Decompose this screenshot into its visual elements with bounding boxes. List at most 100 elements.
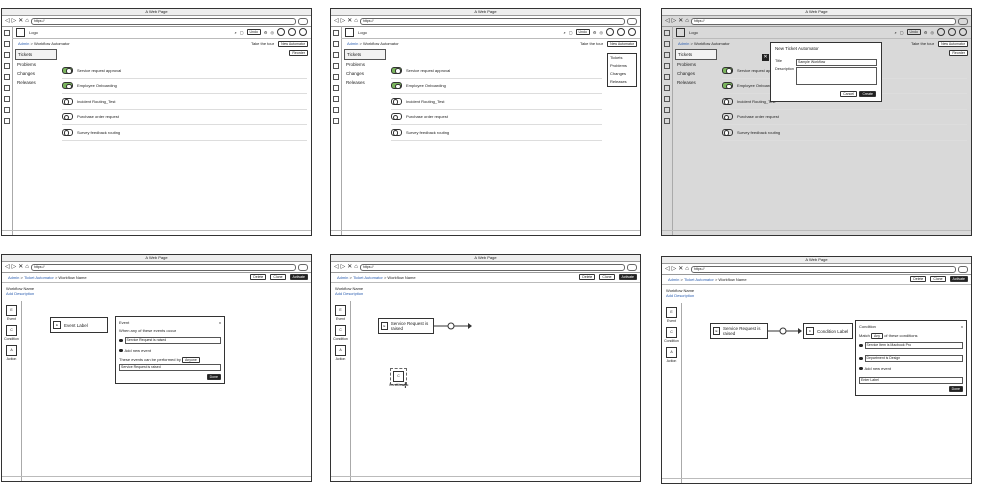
home-icon[interactable]: ⌂ (25, 264, 29, 270)
tab-problems[interactable]: Problems (15, 60, 57, 69)
event-node[interactable]: E Event Label (50, 317, 108, 333)
cancel-button[interactable]: Cancel (840, 91, 857, 97)
workflow-name[interactable]: Survey feedback routing (737, 130, 780, 135)
url-field[interactable]: https:// (359, 263, 625, 271)
undo-button[interactable]: Undo (575, 29, 590, 35)
activate-button[interactable]: Activate (618, 274, 637, 280)
undo-button[interactable]: Undo (246, 29, 261, 35)
go-button[interactable] (627, 263, 637, 271)
crumb-admin[interactable]: Admin (678, 41, 689, 46)
crumb-admin[interactable]: Admin (337, 275, 348, 280)
action-node-tool[interactable]: A (6, 345, 17, 356)
tab-tickets[interactable]: Tickets (344, 49, 386, 60)
close-icon[interactable]: ✕ (18, 18, 23, 24)
rail-icon[interactable] (333, 63, 339, 69)
help-icon[interactable]: ◎ (271, 30, 275, 35)
settings-icon[interactable]: ⚙ (264, 30, 268, 35)
new-automator-button[interactable]: New Automator (607, 40, 637, 47)
rail-icon[interactable] (333, 96, 339, 102)
tab-problems[interactable]: Problems (675, 60, 717, 69)
crumb-admin[interactable]: Admin (668, 277, 679, 282)
url-field[interactable]: https:// (690, 17, 956, 25)
tab-tickets[interactable]: Tickets (15, 49, 57, 60)
workflow-name[interactable]: Incident Routing_Test (77, 99, 115, 104)
menu-item-tickets[interactable]: Tickets (608, 54, 636, 62)
home-icon[interactable]: ⌂ (354, 18, 358, 24)
forward-icon[interactable]: ▷ (341, 18, 346, 24)
add-description-link[interactable]: Add Description (335, 291, 363, 296)
forward-icon[interactable]: ▷ (672, 266, 677, 272)
event-field[interactable]: Service Request is raised (124, 337, 221, 344)
workflow-toggle[interactable] (62, 113, 73, 121)
add-event-link[interactable]: Add new event (125, 348, 151, 353)
rail-icon[interactable] (4, 107, 10, 113)
undo-button[interactable]: Undo (906, 29, 921, 35)
back-icon[interactable]: ◁ (5, 18, 10, 24)
home-icon[interactable]: ⌂ (25, 18, 29, 24)
condition-label-field[interactable]: Enter Label (859, 377, 963, 384)
condition-node-tool[interactable]: C (6, 325, 17, 336)
condition-node-tool[interactable]: C (335, 325, 346, 336)
back-icon[interactable]: ◁ (334, 264, 339, 270)
rail-icon[interactable] (664, 107, 670, 113)
close-icon[interactable]: ✕ (678, 18, 683, 24)
workflow-name[interactable]: Purchase order request (77, 114, 119, 119)
rail-icon[interactable] (664, 63, 670, 69)
avatar[interactable] (959, 28, 967, 36)
condition-node-tool[interactable]: C (666, 327, 677, 338)
rail-icon[interactable] (664, 85, 670, 91)
rail-icon[interactable] (4, 41, 10, 47)
settings-icon[interactable]: ⚙ (924, 30, 928, 35)
workflow-name[interactable]: Purchase order request (737, 114, 779, 119)
crumb-ticket-automator[interactable]: Ticket Automator (24, 275, 54, 280)
new-automator-button[interactable]: New Automator (278, 40, 308, 47)
event-node-tool[interactable]: E (6, 305, 17, 316)
avatar[interactable] (606, 28, 614, 36)
home-icon[interactable]: ⌂ (685, 266, 689, 272)
tab-tickets[interactable]: Tickets (675, 49, 717, 60)
radio-selected-icon[interactable] (119, 338, 123, 343)
delete-button[interactable]: Delete (910, 276, 927, 282)
calendar-icon[interactable]: ▢ (240, 30, 244, 35)
clone-button[interactable]: Clone (930, 276, 946, 282)
avatar[interactable] (937, 28, 945, 36)
rail-icon[interactable] (333, 52, 339, 58)
title-field[interactable]: Sample Workflow (796, 59, 877, 66)
take-tour-link[interactable]: Take the tour (251, 41, 274, 46)
url-field[interactable]: https:// (359, 17, 625, 25)
help-icon[interactable]: ◎ (600, 30, 604, 35)
back-icon[interactable]: ◁ (334, 18, 339, 24)
rail-icon[interactable] (333, 30, 339, 36)
condition-node[interactable]: C Condition Label (803, 323, 853, 339)
rail-icon[interactable] (664, 30, 670, 36)
avatar[interactable] (628, 28, 636, 36)
rail-icon[interactable] (4, 74, 10, 80)
url-field[interactable]: https:// (30, 17, 296, 25)
workflow-name[interactable]: Employee Onboarding (406, 83, 446, 88)
rail-icon[interactable] (664, 41, 670, 47)
forward-icon[interactable]: ▷ (672, 18, 677, 24)
take-tour-link[interactable]: Take the tour (580, 41, 603, 46)
crumb-admin[interactable]: Admin (347, 41, 358, 46)
delete-button[interactable]: Delete (579, 274, 596, 280)
tab-releases[interactable]: Releases (675, 78, 717, 87)
event-name-field[interactable]: Service Request is raised (119, 364, 221, 371)
rail-icon[interactable] (333, 85, 339, 91)
avatar[interactable] (288, 28, 296, 36)
menu-item-releases[interactable]: Releases (608, 78, 636, 86)
add-event-link[interactable]: Add new event (865, 366, 891, 371)
workflow-name[interactable]: Incident Routing_Test (406, 99, 444, 104)
workflow-name[interactable]: Survey feedback routing (77, 130, 120, 135)
forward-icon[interactable]: ▷ (341, 264, 346, 270)
go-button[interactable] (958, 265, 968, 273)
rail-icon[interactable] (664, 96, 670, 102)
rail-icon[interactable] (4, 85, 10, 91)
close-icon[interactable]: x (219, 320, 221, 325)
workflow-toggle[interactable] (391, 82, 402, 90)
rail-icon[interactable] (664, 52, 670, 58)
workflow-toggle[interactable] (62, 66, 73, 74)
performer-select[interactable]: Anyone (181, 357, 200, 363)
back-icon[interactable]: ◁ (5, 264, 10, 270)
rail-icon[interactable] (333, 118, 339, 124)
help-icon[interactable]: ◎ (931, 30, 935, 35)
